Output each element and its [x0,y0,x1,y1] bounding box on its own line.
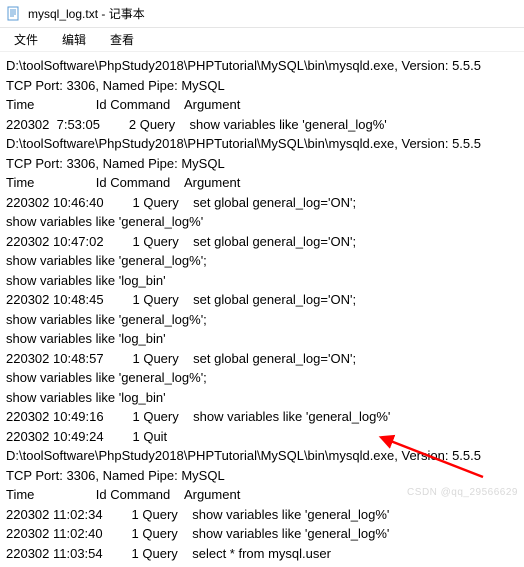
watermark-text: CSDN @qq_29566629 [407,487,518,498]
menu-edit[interactable]: 编辑 [52,29,96,50]
menu-bar: 文件 编辑 查看 [0,28,524,52]
window-titlebar: mysql_log.txt - 记事本 [0,0,524,28]
annotation-arrow-icon [378,432,488,482]
menu-view[interactable]: 查看 [100,29,144,50]
notepad-icon [6,6,22,22]
menu-file[interactable]: 文件 [4,29,48,50]
window-title: mysql_log.txt - 记事本 [28,5,145,22]
